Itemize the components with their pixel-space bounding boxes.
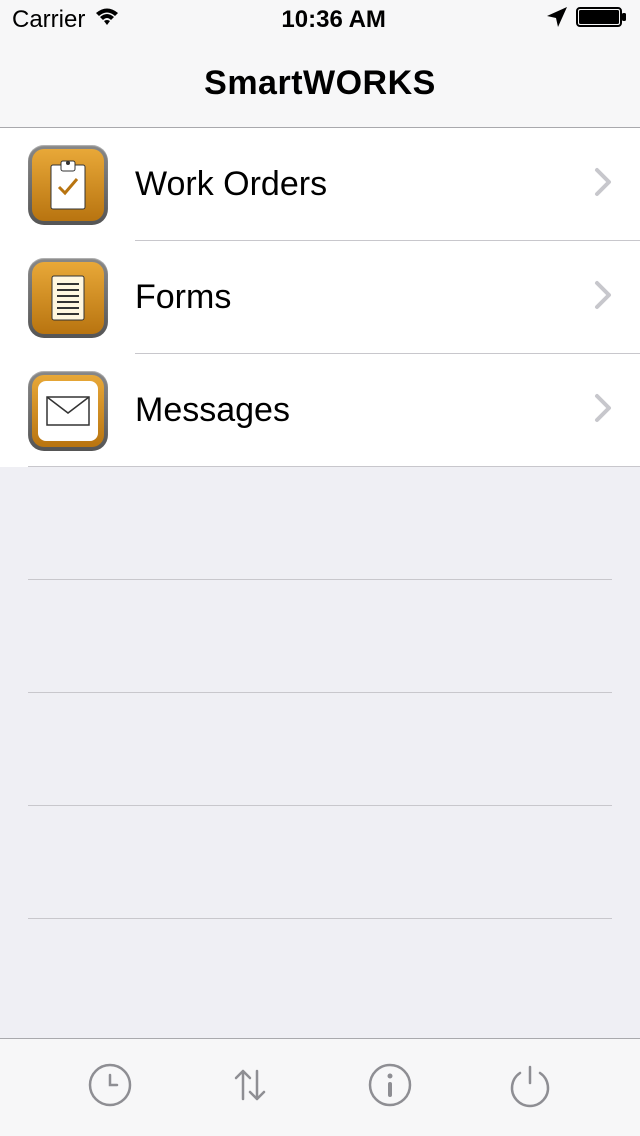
battery-icon [576, 6, 628, 35]
menu-item-work-orders[interactable]: Work Orders [0, 128, 640, 241]
chevron-right-icon [594, 167, 612, 202]
menu-item-label: Work Orders [135, 165, 594, 204]
wifi-icon [93, 6, 121, 34]
chevron-right-icon [594, 280, 612, 315]
menu-item-label: Messages [135, 391, 594, 430]
sync-icon [226, 1061, 274, 1114]
empty-row [28, 580, 612, 693]
nav-bar: SmartWORKS [0, 40, 640, 128]
empty-rows [0, 467, 640, 1032]
page-title: SmartWORKS [204, 64, 436, 103]
menu-item-label: Forms [135, 278, 594, 317]
empty-row [28, 919, 612, 1032]
tab-clock[interactable] [82, 1060, 138, 1116]
menu-item-forms[interactable]: Forms [0, 241, 640, 354]
location-icon [546, 6, 568, 35]
empty-row [28, 467, 612, 580]
status-time: 10:36 AM [281, 6, 385, 34]
info-icon [366, 1061, 414, 1114]
tab-bar [0, 1038, 640, 1136]
empty-row [28, 806, 612, 919]
carrier-label: Carrier [12, 6, 85, 34]
status-bar: Carrier 10:36 AM [0, 0, 640, 40]
envelope-icon [28, 371, 108, 451]
menu-item-messages[interactable]: Messages [0, 354, 640, 467]
tab-power[interactable] [502, 1060, 558, 1116]
document-icon [28, 258, 108, 338]
chevron-right-icon [594, 393, 612, 428]
clock-icon [86, 1061, 134, 1114]
menu-list: Work Orders Forms [0, 128, 640, 467]
tab-sync[interactable] [222, 1060, 278, 1116]
clipboard-icon [28, 145, 108, 225]
tab-info[interactable] [362, 1060, 418, 1116]
empty-row [28, 693, 612, 806]
power-icon [506, 1061, 554, 1114]
